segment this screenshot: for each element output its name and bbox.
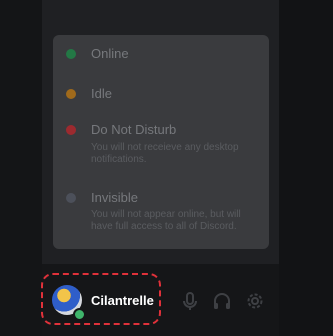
current-user-button[interactable]: Cilantrelle	[41, 273, 161, 325]
server-list	[0, 0, 42, 336]
status-invisible-option[interactable]: Invisible You will not appear online, bu…	[53, 178, 269, 242]
dnd-status-icon	[66, 125, 76, 135]
username: Cilantrelle	[91, 293, 154, 308]
online-status-icon	[66, 49, 76, 59]
status-invisible-label: Invisible	[91, 190, 138, 205]
status-idle-label: Idle	[91, 86, 112, 101]
status-dnd-option[interactable]: Do Not Disturb You will not receieve any…	[53, 114, 269, 176]
microphone-icon[interactable]	[179, 290, 201, 312]
online-status-icon	[73, 308, 86, 321]
status-picker-menu: Online Idle Do Not Disturb You will not …	[53, 35, 269, 249]
status-idle-option[interactable]: Idle	[53, 75, 269, 113]
status-dnd-description: You will not receieve any desktop notifi…	[91, 142, 239, 165]
status-dnd-label: Do Not Disturb	[91, 122, 177, 137]
settings-gear-icon[interactable]	[244, 290, 266, 312]
status-invisible-description: You will not appear online, but will hav…	[91, 209, 241, 232]
idle-status-icon	[66, 89, 76, 99]
invisible-status-icon	[66, 193, 76, 203]
status-online-label: Online	[91, 46, 129, 61]
status-online-option[interactable]: Online	[53, 35, 269, 73]
chat-area	[279, 0, 333, 336]
headphones-icon[interactable]	[211, 290, 233, 312]
